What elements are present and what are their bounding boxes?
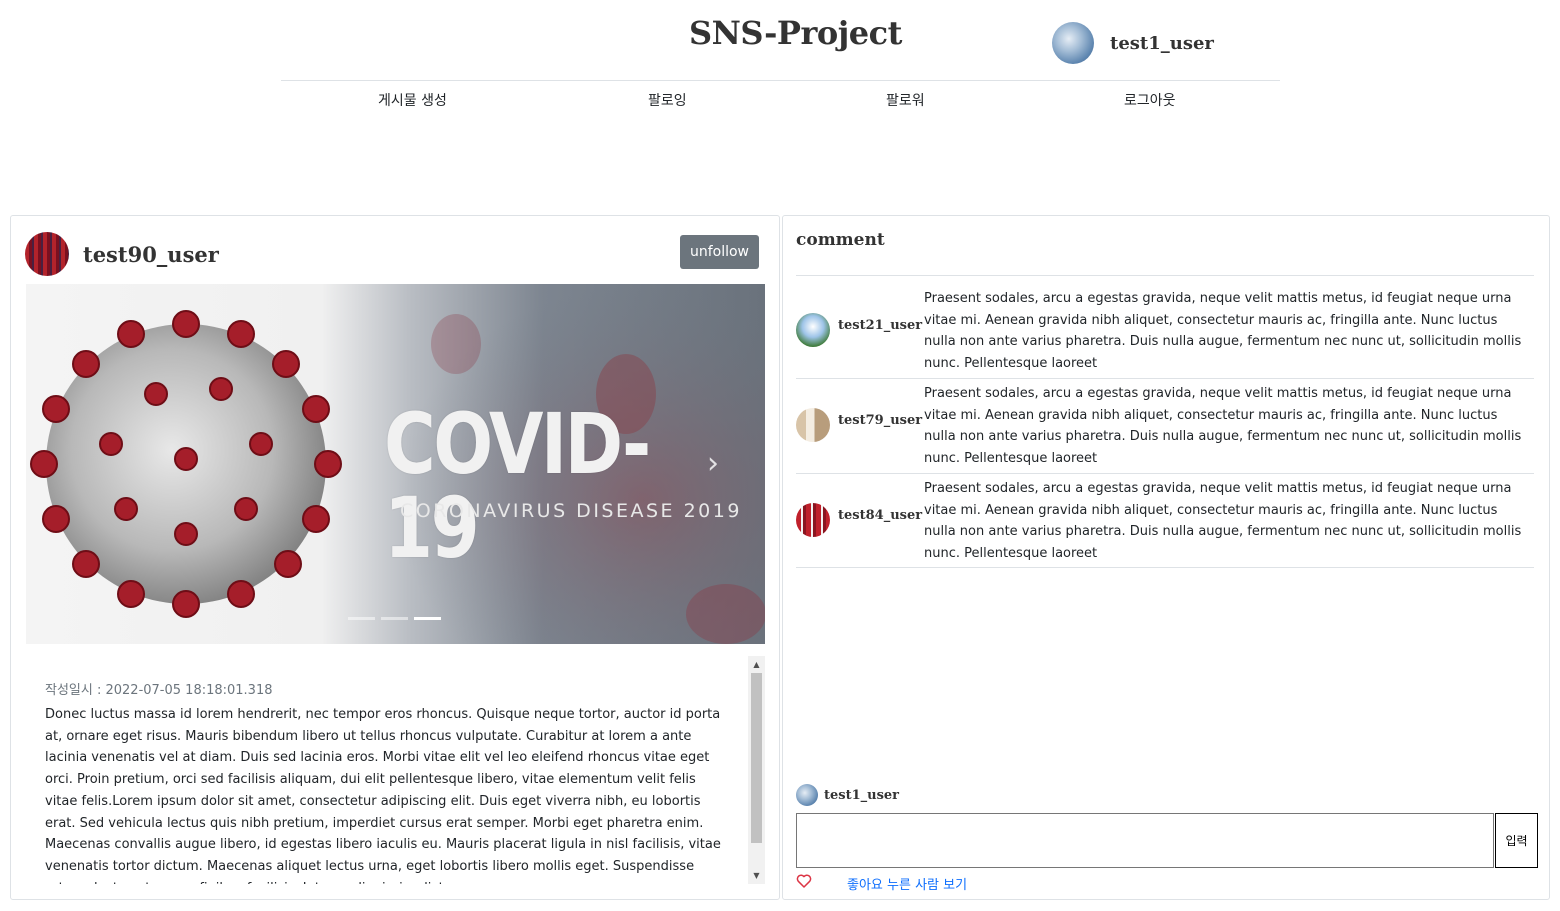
scroll-down-icon[interactable]: ▼ [748,867,765,884]
comment-input[interactable] [796,813,1494,868]
carousel-indicators [348,617,441,620]
site-title[interactable]: SNS-Project [689,14,902,52]
comment-author[interactable]: test79_user [838,413,922,428]
post-content: Donec luctus massa id lorem hendrerit, n… [45,707,721,884]
comment-avatar[interactable] [796,408,830,442]
comment-author[interactable]: test84_user [838,508,922,523]
writer-name: test1_user [824,787,900,803]
nav-following[interactable]: 팔로잉 [648,90,687,110]
nav-logout[interactable]: 로그아웃 [1124,90,1176,110]
post-card: test90_user unfollow COVID-19 CORONAVIRU… [10,215,780,900]
scroll-up-icon[interactable]: ▲ [748,656,765,673]
unfollow-button[interactable]: unfollow [680,235,759,269]
heart-outline-icon[interactable] [796,873,812,889]
scroll-thumb[interactable] [751,673,762,843]
comment-item: test21_user Praesent sodales, arcu a ege… [796,284,1534,379]
post-image-carousel[interactable]: COVID-19 CORONAVIRUS DISEASE 2019 › [26,284,765,644]
post-author-name: test90_user [83,241,219,267]
nav-divider [281,80,1280,81]
comment-text: Praesent sodales, arcu a egestas gravida… [924,291,1522,372]
likes-list-link[interactable]: 좋아요 누른 사람 보기 [847,874,967,893]
comment-text: Praesent sodales, arcu a egestas gravida… [924,481,1522,562]
post-scrollbar[interactable]: ▲ ▼ [748,656,765,884]
comments-divider [796,275,1534,276]
nav-create-post[interactable]: 게시물 생성 [378,90,447,110]
post-author[interactable]: test90_user [25,232,219,276]
carousel-indicator[interactable] [381,617,408,620]
comments-card: comment test21_user Praesent sodales, ar… [782,215,1550,900]
comments-title: comment [796,230,885,250]
image-headline: COVID-19 [384,395,651,577]
comment-avatar[interactable] [796,503,830,537]
carousel-indicator-active[interactable] [414,617,441,620]
comment-text: Praesent sodales, arcu a egestas gravida… [924,386,1522,467]
image-subline: CORONAVIRUS DISEASE 2019 [400,500,742,522]
post-body[interactable]: 작성일시 : 2022-07-05 18:18:01.318 Donec luc… [26,656,765,884]
comment-item: test79_user Praesent sodales, arcu a ege… [796,379,1534,474]
comment-submit-button[interactable]: 입력 [1495,813,1538,868]
comment-avatar[interactable] [796,313,830,347]
main-nav: 게시물 생성 팔로잉 팔로워 로그아웃 [281,90,1280,114]
carousel-indicator[interactable] [348,617,375,620]
comment-item: test84_user Praesent sodales, arcu a ege… [796,474,1534,568]
current-user-avatar [1052,22,1094,64]
current-user[interactable]: test1_user [1052,22,1214,64]
carousel-next-icon[interactable]: › [698,444,728,484]
post-date: 작성일시 : 2022-07-05 18:18:01.318 [45,683,273,698]
comment-writer: test1_user [796,784,899,806]
writer-avatar [796,784,818,806]
comment-author[interactable]: test21_user [838,318,922,333]
current-user-name: test1_user [1110,32,1214,54]
nav-followers[interactable]: 팔로워 [886,90,925,110]
post-author-avatar [25,232,69,276]
